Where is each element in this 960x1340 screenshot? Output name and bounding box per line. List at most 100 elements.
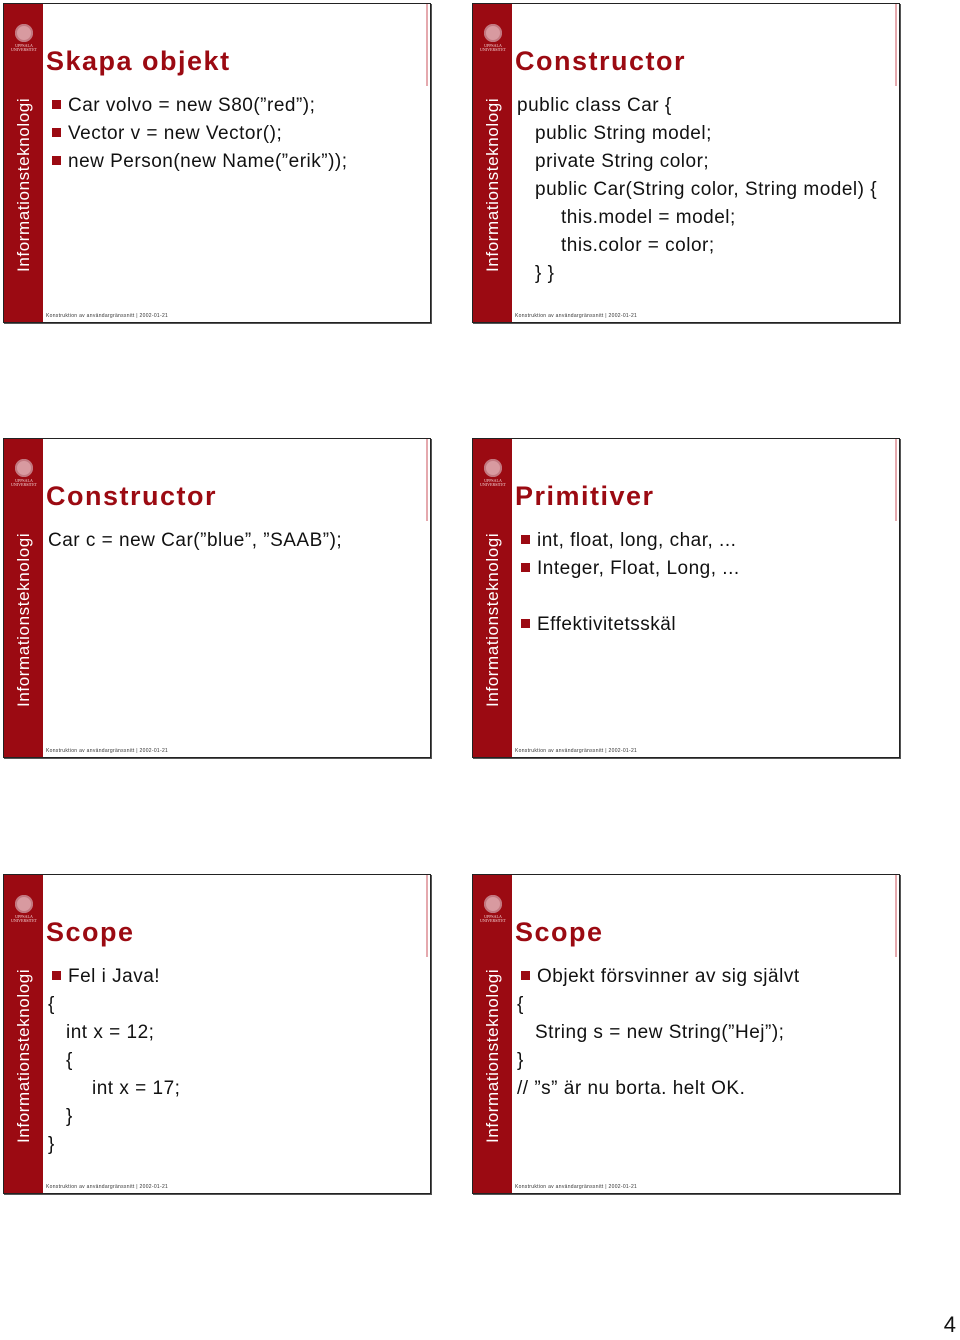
line-text: } [66,1106,73,1127]
line-text: Objekt försvinner av sig självt [537,966,800,987]
line-text: } [48,1134,55,1155]
slide-sidebar: UPPSALA UNIVERSITET Informationsteknologi [4,439,43,757]
line-text: Fel i Java! [68,966,161,987]
slide: UPPSALA UNIVERSITET Informationsteknologi… [3,874,431,1194]
slide-footer: Konstruktion av användargränssnitt | 200… [46,1184,169,1190]
slide-body: int, float, long, char, ... Integer, Floa… [517,527,889,639]
slide-line: Objekt försvinner av sig självt [517,963,889,991]
slide-sidebar: UPPSALA UNIVERSITET Informationsteknologi [473,875,512,1193]
line-text: } [517,1050,524,1071]
sidebar-label: Informationsteknologi [483,532,502,707]
decorative-line [426,4,428,86]
logo-text: UPPSALA UNIVERSITET [480,43,506,52]
slide-line: public String model; [517,120,889,148]
seal-icon [484,459,502,477]
sidebar-label: Informationsteknologi [483,97,502,272]
slide-title: Skapa objekt [46,46,231,76]
slide-line: Integer, Float, Long, ... [517,555,889,583]
line-text: this.color = color; [561,235,715,256]
bullet-icon [52,156,61,165]
slide-line: Vector v = new Vector(); [48,120,420,148]
slide-line: Fel i Java! [48,963,420,991]
decorative-line [895,4,897,86]
slide-body: Car c = new Car(”blue”, ”SAAB”); [48,527,420,555]
line-text: public class Car { [517,95,672,116]
decorative-line [895,875,897,957]
page-number: 4 [943,1312,956,1337]
slide-line: { [517,991,889,1019]
slide-title: Scope [515,917,604,947]
slide-line: this.model = model; [517,204,889,232]
line-text: { [48,994,55,1015]
line-text: // ”s” är nu borta. helt OK. [517,1078,746,1099]
slide: UPPSALA UNIVERSITET Informationsteknologi… [3,438,431,758]
line-text: Effektivitetsskäl [537,614,677,635]
line-text: this.model = model; [561,207,736,228]
slide-body: Fel i Java! { int x = 12; { int x = 17;}} [48,963,420,1159]
slide-line: public class Car { [517,92,889,120]
line-text: new Person(new Name(”erik”)); [68,151,348,172]
decorative-line [426,439,428,521]
line-text: int, float, long, char, ... [537,530,737,551]
line-text: public Car(String color, String model) { [535,179,878,200]
slide-sidebar: UPPSALA UNIVERSITET Informationsteknologi [4,875,43,1193]
slide: UPPSALA UNIVERSITET Informationsteknologi… [472,3,900,323]
slide-footer: Konstruktion av användargränssnitt | 200… [515,748,638,754]
slide-title: Scope [46,917,135,947]
slide-sidebar: UPPSALA UNIVERSITET Informationsteknologi [473,439,512,757]
line-text: Car c = new Car(”blue”, ”SAAB”); [48,530,343,551]
university-logo: UPPSALA UNIVERSITET [11,459,37,489]
university-logo: UPPSALA UNIVERSITET [480,24,506,54]
line-text: Vector v = new Vector(); [68,123,283,144]
line-text: Car volvo = new S80(”red”); [68,95,316,116]
sidebar-label: Informationsteknologi [483,968,502,1143]
slide-line: } [48,1131,420,1159]
line-text: Integer, Float, Long, ... [537,558,740,579]
slide-line: Car c = new Car(”blue”, ”SAAB”); [48,527,420,555]
slide: UPPSALA UNIVERSITET Informationsteknologi… [472,874,900,1194]
bullet-icon [521,563,530,572]
line-text: private String color; [535,151,710,172]
slide-line: } [517,1047,889,1075]
seal-icon [484,895,502,913]
slide-line: int x = 12; [48,1019,420,1047]
university-logo: UPPSALA UNIVERSITET [480,459,506,489]
slide-line: // ”s” är nu borta. helt OK. [517,1075,889,1103]
slide-line: Effektivitetsskäl [517,611,889,639]
sidebar-label: Informationsteknologi [14,97,33,272]
slide-line: } } [517,260,889,288]
slide-line: { [48,1047,420,1075]
seal-icon [15,459,33,477]
bullet-icon [52,100,61,109]
slide-line: } [48,1103,420,1131]
seal-icon [15,24,33,42]
slide-line: int x = 17; [48,1075,420,1103]
logo-text: UPPSALA UNIVERSITET [11,914,37,923]
slide-body: Car volvo = new S80(”red”); Vector v = ne… [48,92,420,176]
bullet-icon [521,971,530,980]
slide-line: new Person(new Name(”erik”)); [48,148,420,176]
decorative-line [895,439,897,521]
slide-line: Car volvo = new S80(”red”); [48,92,420,120]
slide-title: Constructor [515,46,686,76]
slide-line: { [48,991,420,1019]
bullet-icon [521,535,530,544]
seal-icon [484,24,502,42]
logo-text: UPPSALA UNIVERSITET [11,43,37,52]
university-logo: UPPSALA UNIVERSITET [11,24,37,54]
logo-text: UPPSALA UNIVERSITET [480,478,506,487]
logo-text: UPPSALA UNIVERSITET [11,478,37,487]
line-text: { [517,994,524,1015]
slide: UPPSALA UNIVERSITET Informationsteknologi… [472,438,900,758]
slide-footer: Konstruktion av användargränssnitt | 200… [515,1184,638,1190]
slide-line: private String color; [517,148,889,176]
slide-body: public class Car { public String model; pr… [517,92,889,288]
bullet-icon [52,971,61,980]
university-logo: UPPSALA UNIVERSITET [11,895,37,925]
line-text: } } [535,263,555,284]
bullet-icon [52,128,61,137]
bullet-icon [521,619,530,628]
line-text: { [66,1050,73,1071]
slide-footer: Konstruktion av användargränssnitt | 200… [515,313,638,319]
slide: UPPSALA UNIVERSITET Informationsteknologi… [3,3,431,323]
